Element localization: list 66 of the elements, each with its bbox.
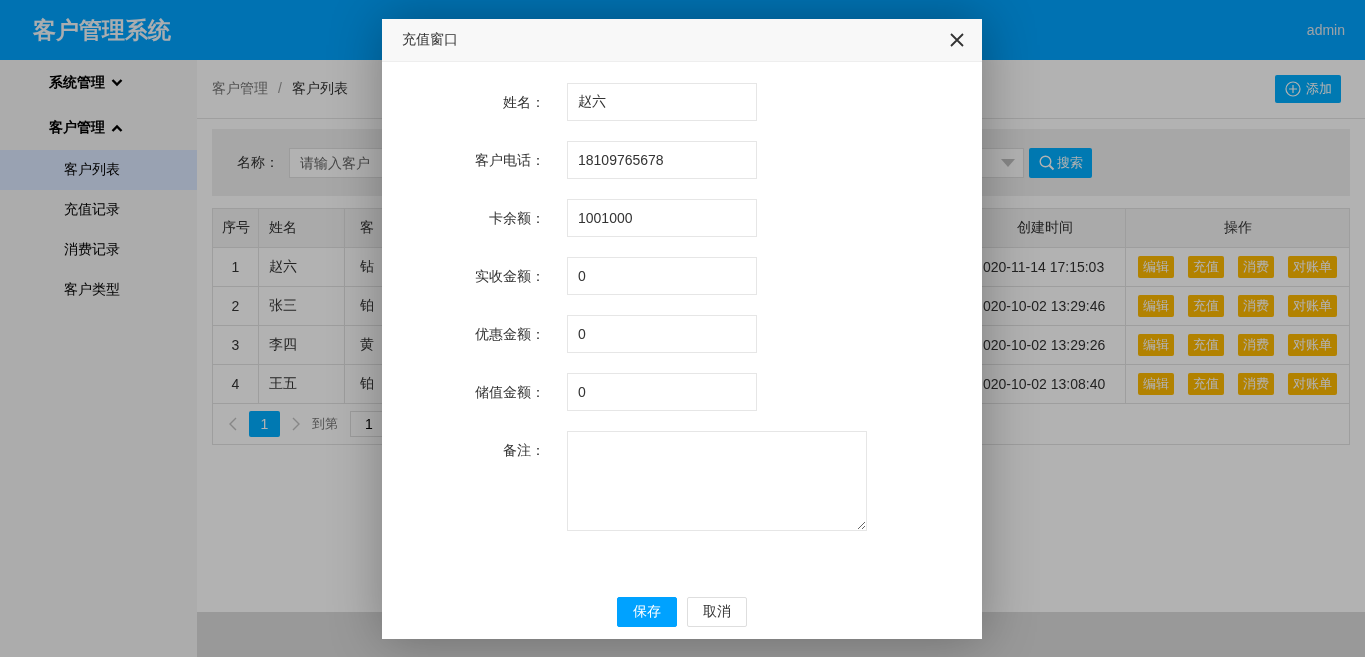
search-button[interactable]: 搜索 xyxy=(1029,147,1092,178)
action-button[interactable]: 对账单 xyxy=(1288,295,1337,317)
input-field[interactable]: 0 xyxy=(567,373,757,411)
menu-item[interactable]: 客户类型 xyxy=(0,270,197,310)
field-label: 优惠金额： xyxy=(474,325,545,344)
close-icon[interactable] xyxy=(950,33,964,47)
action-button[interactable]: 消费 xyxy=(1238,256,1274,278)
search-label: 名称： xyxy=(237,153,280,172)
table-cell: 1 xyxy=(213,248,259,287)
field-label: 储值金额： xyxy=(474,383,545,402)
action-button[interactable]: 充值 xyxy=(1188,256,1224,278)
menu-item[interactable]: 客户列表 xyxy=(0,150,197,190)
dialog-button[interactable]: 取消 xyxy=(687,597,747,627)
dialog-button[interactable]: 保存 xyxy=(617,597,677,627)
action-button[interactable]: 消费 xyxy=(1238,295,1274,317)
plus-circle-icon xyxy=(1284,81,1301,97)
action-button[interactable]: 充值 xyxy=(1188,373,1224,395)
breadcrumb-item[interactable]: 客户管理 xyxy=(212,80,268,98)
action-button[interactable]: 对账单 xyxy=(1288,334,1337,356)
table-cell: 4 xyxy=(213,365,259,404)
action-button[interactable]: 充值 xyxy=(1188,334,1224,356)
action-button[interactable]: 消费 xyxy=(1238,373,1274,395)
goto-label: 到第 xyxy=(312,415,338,433)
menu-group[interactable]: 客户管理 xyxy=(0,105,197,150)
remarks-field[interactable] xyxy=(567,431,867,531)
action-button[interactable]: 对账单 xyxy=(1288,373,1337,395)
chevron-right-icon[interactable] xyxy=(292,417,300,431)
action-button[interactable]: 充值 xyxy=(1188,295,1224,317)
menu-group[interactable]: 系统管理 xyxy=(0,60,197,105)
table-cell: 2 xyxy=(213,287,259,326)
table-cell: 赵六 xyxy=(259,248,345,287)
input-field[interactable]: 赵六 xyxy=(567,83,757,121)
action-button[interactable]: 消费 xyxy=(1238,334,1274,356)
field-label: 姓名： xyxy=(502,93,545,112)
chevron-left-icon[interactable] xyxy=(229,417,237,431)
page-button[interactable]: 1 xyxy=(249,411,280,437)
column-header: 序号 xyxy=(213,209,259,248)
table-cell: 王五 xyxy=(259,365,345,404)
menu-item[interactable]: 充值记录 xyxy=(0,190,197,230)
table-cell: 3 xyxy=(213,326,259,365)
table-cell: 张三 xyxy=(259,287,345,326)
field-label: 实收金额： xyxy=(474,267,545,286)
breadcrumb-separator: / xyxy=(278,80,282,98)
field-label: 卡余额： xyxy=(488,209,545,228)
field-label: 客户电话： xyxy=(474,151,545,170)
action-button[interactable]: 编辑 xyxy=(1138,295,1174,317)
field-label: 备注： xyxy=(502,441,545,460)
input-field[interactable]: 1001000 xyxy=(567,199,757,237)
dialog-title: 充值窗口 xyxy=(402,31,458,49)
table-cell: 李四 xyxy=(259,326,345,365)
column-header: 操作 xyxy=(1126,209,1349,248)
input-field[interactable]: 0 xyxy=(567,257,757,295)
add-button[interactable]: 添加 xyxy=(1275,75,1341,103)
input-field[interactable]: 18109765678 xyxy=(567,141,757,179)
action-button[interactable]: 编辑 xyxy=(1138,334,1174,356)
caret-down-icon xyxy=(1001,158,1015,167)
breadcrumb-item: 客户列表 xyxy=(291,80,348,98)
app-title: 客户管理系统 xyxy=(33,15,171,45)
action-button[interactable]: 对账单 xyxy=(1288,256,1337,278)
input-field[interactable]: 0 xyxy=(567,315,757,353)
menu-item[interactable]: 消费记录 xyxy=(0,230,197,270)
action-button[interactable]: 编辑 xyxy=(1138,373,1174,395)
action-button[interactable]: 编辑 xyxy=(1138,256,1174,278)
search-icon xyxy=(1038,154,1055,171)
user-name[interactable]: admin xyxy=(1306,22,1345,38)
column-header: 姓名 xyxy=(259,209,345,248)
